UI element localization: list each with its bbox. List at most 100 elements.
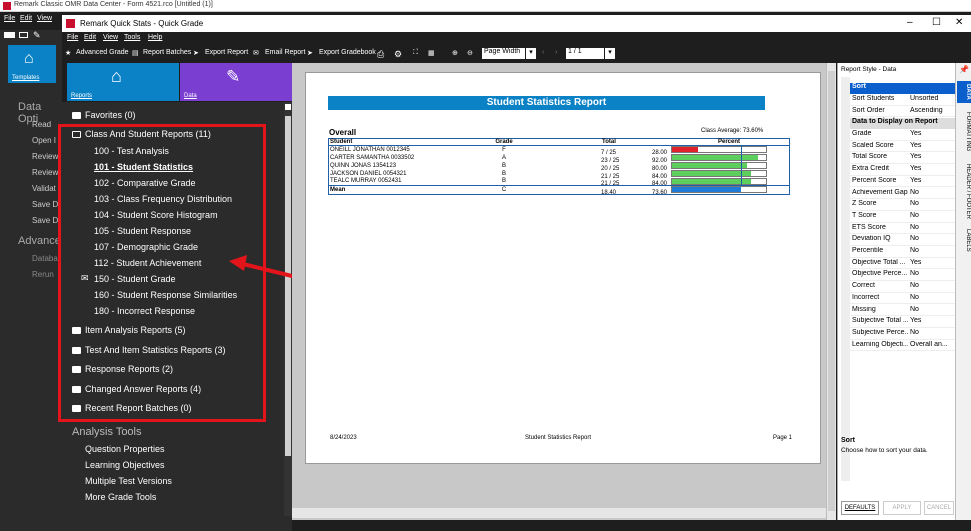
apply-button[interactable]: APPLY (883, 501, 921, 515)
tab-data[interactable]: DATA (957, 81, 971, 103)
menu-file[interactable]: File (67, 34, 78, 41)
property-value[interactable]: Unsorted (910, 95, 956, 102)
property-value[interactable]: Overall an... (910, 341, 956, 348)
property-row[interactable]: Grade Yes (850, 129, 956, 141)
page-select[interactable]: 1 / 1 (566, 48, 604, 59)
property-row[interactable]: Objective Perce... No (850, 269, 956, 282)
property-value[interactable]: No (910, 189, 956, 196)
property-row[interactable]: Percent Score Yes (850, 176, 956, 188)
property-value[interactable]: No (910, 270, 956, 277)
property-row[interactable]: T Score No (850, 211, 956, 223)
property-row[interactable]: ETS Score No (850, 223, 956, 235)
menu-edit[interactable]: Edit (84, 34, 96, 41)
property-value[interactable]: Yes (910, 165, 956, 172)
property-row[interactable]: Learning Objecti... Overall an... (850, 340, 956, 352)
property-row[interactable]: Objective Total ... Yes (850, 258, 956, 270)
property-row[interactable]: Incorrect No (850, 293, 956, 305)
property-value[interactable]: No (910, 200, 956, 207)
side-item[interactable]: Read (32, 120, 51, 129)
property-row[interactable]: Achievement Gap No (850, 188, 956, 200)
property-value[interactable]: No (910, 224, 956, 231)
next-page-icon[interactable]: › (555, 49, 557, 56)
grid-icon[interactable]: ▦ (428, 49, 435, 57)
maximize-button[interactable]: ☐ (932, 17, 941, 28)
new-icon[interactable] (4, 32, 15, 38)
export-gradebook-button[interactable]: Export Gradebook (319, 49, 376, 56)
property-row[interactable]: Correct No (850, 281, 956, 293)
property-value[interactable]: Yes (910, 142, 956, 149)
property-value[interactable]: No (910, 235, 956, 242)
templates-tile[interactable]: ⌂ Templates (8, 45, 56, 83)
reports-tile[interactable]: ⌂ Reports (67, 63, 179, 101)
folder-favorites[interactable]: Favorites (0) (72, 110, 136, 120)
side-item[interactable]: Validat (32, 184, 56, 193)
property-value[interactable]: No (910, 306, 956, 313)
data-tile[interactable]: ✎ Data (180, 63, 292, 101)
side-item[interactable]: Save D (32, 200, 58, 209)
defaults-button[interactable]: DEFAULTS (841, 501, 879, 515)
property-value[interactable]: Yes (910, 177, 956, 184)
menu-view[interactable]: View (103, 34, 118, 41)
property-value[interactable]: Yes (910, 259, 956, 266)
print-icon[interactable]: ⎙ (377, 49, 384, 60)
edit-pencil-icon[interactable]: ✎ (33, 30, 41, 41)
report-batches-button[interactable]: Report Batches (143, 49, 191, 56)
side-item[interactable]: Review (32, 168, 58, 177)
property-row[interactable]: Extra Credit Yes (850, 164, 956, 176)
chevron-down-icon[interactable]: ▾ (605, 48, 615, 59)
email-report-button[interactable]: Email Report (265, 49, 305, 56)
property-value[interactable]: Yes (910, 317, 956, 324)
viewer-horizontal-scrollbar[interactable] (292, 508, 826, 518)
menu-edit[interactable]: Edit (20, 15, 32, 22)
menu-help[interactable]: Help (148, 34, 162, 41)
export-report-button[interactable]: Export Report (205, 49, 248, 56)
scroll-up-icon[interactable] (285, 104, 291, 110)
tool-learning-objectives[interactable]: Learning Objectives (85, 460, 165, 470)
tool-multiple-test-versions[interactable]: Multiple Test Versions (85, 476, 172, 486)
scroll-thumb[interactable] (828, 71, 835, 511)
property-value[interactable]: No (910, 247, 956, 254)
menu-view[interactable]: View (37, 15, 52, 22)
cancel-button[interactable]: CANCEL (924, 501, 954, 515)
property-row[interactable]: Missing No (850, 305, 956, 317)
open-icon[interactable] (19, 32, 28, 38)
tool-question-properties[interactable]: Question Properties (85, 444, 165, 454)
side-item[interactable]: Save D (32, 216, 58, 225)
pin-icon[interactable]: 📌 (959, 65, 969, 74)
fullscreen-icon[interactable]: ⛶ (413, 49, 418, 57)
property-row[interactable]: Sort Order Ascending (850, 106, 956, 118)
prev-page-icon[interactable]: ‹ (542, 49, 544, 56)
property-row[interactable]: Total Score Yes (850, 152, 956, 165)
property-value[interactable]: Yes (910, 130, 956, 137)
property-value[interactable]: No (910, 329, 956, 336)
menu-file[interactable]: File (4, 15, 15, 22)
menu-tools[interactable]: Tools (124, 34, 140, 41)
tool-more-grade-tools[interactable]: More Grade Tools (85, 492, 156, 502)
advanced-grade-button[interactable]: Advanced Grade (76, 49, 129, 56)
tab-labels[interactable]: LABELS (957, 227, 971, 253)
property-value[interactable]: No (910, 212, 956, 219)
zoom-select[interactable]: Page Width (482, 48, 525, 59)
tab-header-footer[interactable]: HEADER / FOOTER (957, 161, 971, 223)
minimize-button[interactable]: – (907, 17, 913, 28)
property-value[interactable]: Yes (910, 153, 956, 160)
property-row[interactable]: Percentile No (850, 246, 956, 258)
viewer-vertical-scrollbar[interactable] (826, 63, 836, 520)
property-value[interactable]: Ascending (910, 107, 956, 114)
property-row[interactable]: Scaled Score Yes (850, 141, 956, 153)
reports-scrollbar[interactable] (284, 102, 292, 516)
property-row[interactable]: Z Score No (850, 199, 956, 211)
property-value[interactable]: No (910, 282, 956, 289)
tab-formatting[interactable]: FORMATTING (957, 107, 971, 157)
property-row[interactable]: Sort Students Unsorted (850, 94, 956, 106)
settings-icon[interactable]: ⚙ (394, 49, 402, 60)
property-row[interactable]: Subjective Total ... Yes (850, 316, 956, 328)
side-item[interactable]: Review (32, 152, 58, 161)
property-value[interactable]: No (910, 294, 956, 301)
chevron-down-icon[interactable]: ▾ (526, 48, 536, 59)
close-button[interactable]: ✕ (955, 17, 963, 28)
side-item[interactable]: Open I (32, 136, 56, 145)
zoom-in-icon[interactable]: ⊕ (452, 49, 458, 57)
zoom-out-icon[interactable]: ⊖ (467, 49, 473, 57)
property-row[interactable]: Subjective Perce... No (850, 328, 956, 340)
